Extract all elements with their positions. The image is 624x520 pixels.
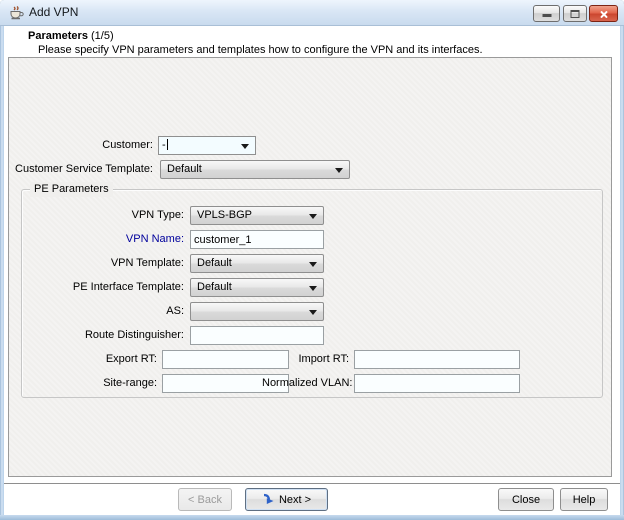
back-button[interactable]: < Back — [178, 488, 232, 511]
pe-interface-template-label: PE Interface Template: — [42, 278, 184, 297]
vpn-name-input[interactable] — [190, 230, 324, 249]
help-button[interactable]: Help — [560, 488, 608, 511]
text-caret — [167, 139, 168, 150]
vpn-name-label: VPN Name: — [42, 230, 184, 249]
chevron-down-icon — [309, 310, 317, 315]
pe-interface-template-value: Default — [197, 281, 232, 293]
step-counter: (1/5) — [91, 30, 114, 42]
pe-parameters-group-title: PE Parameters — [30, 182, 113, 197]
import-rt-label: Import RT: — [262, 350, 349, 369]
next-arrow-icon — [262, 493, 275, 505]
vpn-type-combobox[interactable]: VPLS-BGP — [190, 206, 324, 225]
as-combobox[interactable] — [190, 302, 324, 321]
normalized-vlan-input[interactable] — [354, 374, 520, 393]
vpn-type-label: VPN Type: — [42, 206, 184, 225]
wizard-step-description: Please specify VPN parameters and templa… — [38, 44, 483, 56]
step-title-text: Parameters — [28, 30, 88, 42]
window-title: Add VPN — [29, 0, 78, 25]
customer-label: Customer: — [19, 136, 153, 155]
vpn-template-label: VPN Template: — [42, 254, 184, 273]
pe-interface-template-combobox[interactable]: Default — [190, 278, 324, 297]
chevron-down-icon — [309, 286, 317, 291]
chevron-down-icon — [309, 214, 317, 219]
customer-service-template-value: Default — [167, 163, 202, 175]
export-rt-label: Export RT: — [42, 350, 157, 369]
as-label: AS: — [42, 302, 184, 321]
route-distinguisher-label: Route Distinguisher: — [42, 326, 184, 345]
minimize-icon — [542, 14, 551, 17]
customer-service-template-label: Customer Service Template: — [9, 160, 153, 179]
next-button-label: Next > — [279, 494, 311, 506]
vpn-template-value: Default — [197, 257, 232, 269]
add-vpn-dialog: Add VPN Parameters (1/5) Please specify … — [0, 0, 624, 520]
close-button[interactable]: Close — [498, 488, 554, 511]
pe-parameters-group: PE Parameters VPN Type: VPLS-BGP VPN Nam… — [21, 189, 603, 398]
maximize-button[interactable] — [563, 5, 587, 22]
parameters-panel: Customer: - Customer Service Template: D… — [8, 57, 612, 477]
chevron-down-icon — [309, 262, 317, 267]
import-rt-input[interactable] — [354, 350, 520, 369]
button-bar-separator — [4, 483, 620, 485]
vpn-type-value: VPLS-BGP — [197, 209, 252, 221]
minimize-button[interactable] — [533, 5, 560, 22]
next-button[interactable]: Next > — [245, 488, 328, 511]
close-window-button[interactable] — [589, 5, 618, 22]
window-border-bottom — [0, 515, 624, 520]
wizard-step-title: Parameters (1/5) — [28, 30, 114, 42]
customer-combobox[interactable]: - — [158, 136, 256, 155]
chevron-down-icon[interactable] — [241, 144, 249, 149]
vpn-template-combobox[interactable]: Default — [190, 254, 324, 273]
customer-combobox-value: - — [162, 139, 166, 151]
dialog-body: Parameters (1/5) Please specify VPN para… — [4, 26, 620, 515]
title-bar[interactable]: Add VPN — [0, 0, 624, 26]
maximize-icon — [571, 10, 580, 18]
chevron-down-icon — [335, 168, 343, 173]
route-distinguisher-input[interactable] — [190, 326, 324, 345]
customer-service-template-combobox[interactable]: Default — [160, 160, 350, 179]
site-range-label: Site-range: — [42, 374, 157, 393]
normalized-vlan-label: Normalized VLAN: — [262, 374, 349, 393]
close-icon — [598, 8, 609, 19]
window-border-right — [620, 26, 624, 520]
java-app-icon — [8, 5, 24, 21]
